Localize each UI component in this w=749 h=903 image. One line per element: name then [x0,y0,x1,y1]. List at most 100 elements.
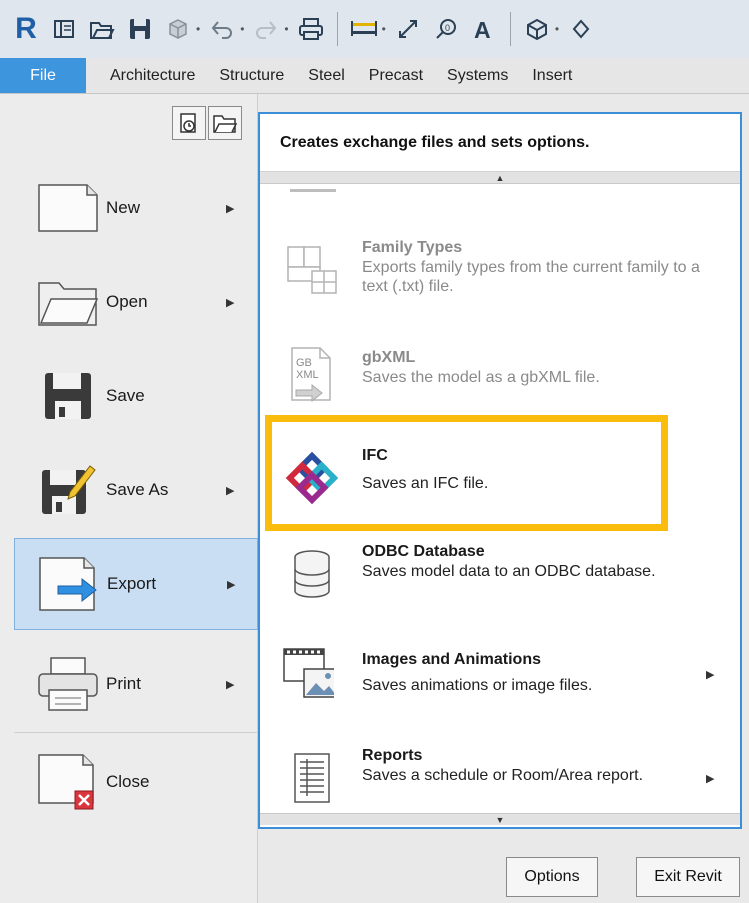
export-item-reports[interactable]: Reports Saves a schedule or Room/Area re… [260,746,740,813]
tab-steel[interactable]: Steel [296,58,356,93]
submenu-arrow-icon: ▶ [226,484,235,497]
svg-text:GB: GB [296,357,312,369]
entry-title: Images and Animations [362,651,541,668]
svg-text:0: 0 [445,23,450,33]
scroll-up-icon: ▲ [495,172,505,183]
ribbon-tabs: File Architecture Structure Steel Precas… [0,58,749,94]
entry-title: gbXML [362,349,416,366]
menu-item-label: New [106,198,141,217]
open-documents-icon[interactable] [208,106,242,140]
family-types-icon [286,244,338,296]
application-menu: New ▶ Open ▶ Save Save As ▶ Export ▶ Pri… [0,94,258,903]
menu-item-label: Close [106,772,150,791]
recent-open-toggle [172,106,244,142]
submenu-arrow-icon: ▶ [226,202,235,215]
print-icon[interactable] [295,11,327,47]
entry-text: Reports Saves a schedule or Room/Area re… [362,746,702,785]
entry-description: Saves animations or image files. [362,677,593,694]
entry-description: Exports family types from the current fa… [362,259,700,295]
panel-description: Creates exchange files and sets options. [260,114,740,172]
tag-icon[interactable]: 0 [430,11,462,47]
menu-item-new[interactable]: New ▶ [14,162,258,254]
measure-dropdown-icon[interactable]: • [382,22,386,36]
entry-title: ODBC Database [362,543,485,560]
tab-precast[interactable]: Precast [357,58,435,93]
menu-item-label: Save [106,386,145,405]
menu-divider [14,732,258,733]
scroll-up-button[interactable]: ▲ [260,172,740,184]
cube-dropdown-icon[interactable]: • [196,22,200,36]
entry-description: Saves a schedule or Room/Area report. [362,767,644,784]
undo-dropdown-icon[interactable]: • [240,22,244,36]
tab-structure[interactable]: Structure [207,58,296,93]
3d-view-dropdown-icon[interactable]: • [555,22,559,36]
ifc-highlight-box [265,415,668,531]
partial-item-icon [290,184,336,192]
options-button[interactable]: Options [506,857,598,897]
entry-text: Images and Animations Saves animations o… [362,650,702,695]
export-item-images-and-animations[interactable]: Images and Animations Saves animations o… [260,648,740,750]
tab-insert[interactable]: Insert [520,58,584,93]
submenu-arrow-icon: ▶ [226,678,235,691]
export-item-family-types[interactable]: Family Types Exports family types from t… [260,238,740,338]
printer-icon [36,652,100,716]
open-folder-icon[interactable] [86,11,118,47]
revit-logo[interactable]: R [10,11,42,47]
exit-revit-button[interactable]: Exit Revit [636,857,740,897]
redo-dropdown-icon[interactable]: • [284,22,288,36]
scroll-down-icon: ▼ [495,814,505,825]
recent-documents-icon[interactable] [172,106,206,140]
save-icon [36,364,100,428]
cube-icon[interactable] [162,11,194,47]
export-item-odbc-database[interactable]: ODBC Database Saves model data to an ODB… [260,542,740,642]
tab-architecture[interactable]: Architecture [86,58,207,93]
menu-item-open[interactable]: Open ▶ [14,256,258,348]
menu-item-save[interactable]: Save [14,350,258,442]
save-icon[interactable] [124,11,156,47]
toolbar-separator [509,12,511,46]
svg-text:A: A [474,17,491,41]
new-file-icon [36,176,100,240]
entry-text: gbXML Saves the model as a gbXML file. [362,348,702,387]
entry-description: Saves model data to an ODBC database. [362,563,656,580]
menu-item-label: Save As [106,480,169,499]
submenu-arrow-icon: ▶ [226,296,235,309]
measure-icon[interactable] [348,11,380,47]
entry-description: Saves the model as a gbXML file. [362,369,600,386]
section-icon[interactable] [565,11,597,47]
submenu-arrow-icon: ▶ [227,578,236,591]
toolbar-separator [336,12,338,46]
menu-item-print[interactable]: Print ▶ [14,638,258,730]
tab-file[interactable]: File [0,58,86,93]
open-folder-icon [36,270,100,334]
images-animations-icon [282,648,334,700]
report-icon [286,752,338,804]
entry-text: Family Types Exports family types from t… [362,238,702,296]
gbxml-icon: GB XML [286,347,338,402]
dimension-icon[interactable] [392,11,424,47]
submenu-arrow-icon: ▶ [706,669,715,681]
undo-icon[interactable] [206,11,238,47]
3d-view-icon[interactable] [521,11,553,47]
menu-item-label: Export [107,574,157,593]
redo-icon[interactable] [250,11,282,47]
menu-item-close[interactable]: Close [14,736,258,828]
quick-access-toolbar: R • • • • 0 A • [0,0,749,58]
save-as-icon [36,458,100,522]
text-icon[interactable]: A [468,11,500,47]
menu-item-save-as[interactable]: Save As ▶ [14,444,258,536]
menu-item-export[interactable]: Export ▶ [14,538,258,630]
export-icon [37,552,101,616]
scroll-down-button[interactable]: ▼ [260,813,740,825]
entry-title: Reports [362,747,423,764]
submenu-arrow-icon: ▶ [706,773,715,785]
menu-item-label: Open [106,292,148,311]
database-icon [286,548,338,600]
tab-systems[interactable]: Systems [435,58,520,93]
entry-title: Family Types [362,239,463,256]
entry-text: ODBC Database Saves model data to an ODB… [362,542,702,581]
svg-text:XML: XML [296,369,319,381]
close-document-icon [36,750,100,814]
menu-item-label: Print [106,674,141,693]
recent-files-icon[interactable] [48,11,80,47]
